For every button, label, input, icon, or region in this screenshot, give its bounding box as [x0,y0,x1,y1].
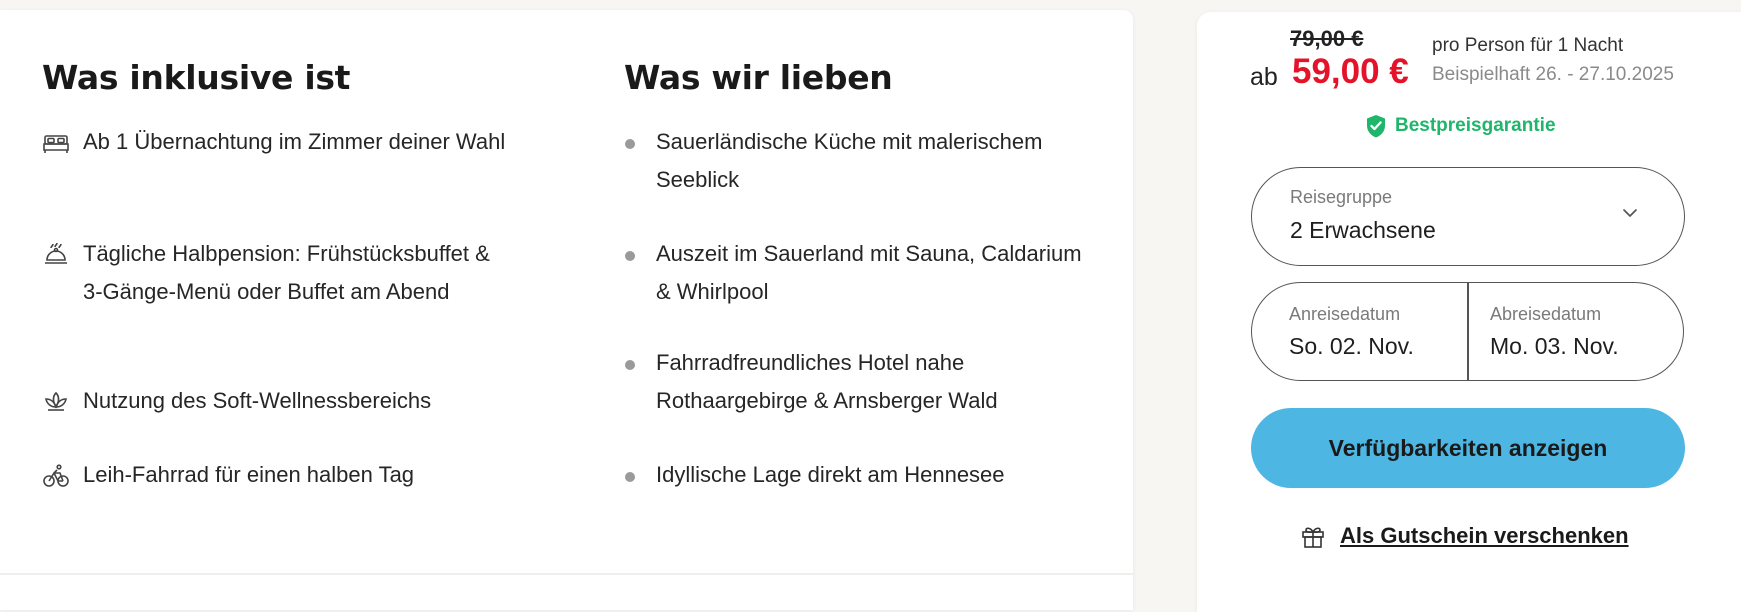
arrival-date-field[interactable]: Anreisedatum So. 02. Nov. [1252,283,1467,380]
loved-item-text: Idyllische Lage direkt am Hennesee [656,462,1005,487]
chevron-down-icon [1623,209,1637,217]
loved-item: Fahrradfreundliches Hotel nahe Rothaarge… [625,344,1095,420]
loved-item: Sauerländische Küche mit malerischem See… [625,123,1095,199]
included-item: Leih-Fahrrad für einen halben Tag [42,456,512,494]
price-prefix: ab [1250,63,1278,91]
price-note: pro Person für 1 Nacht [1432,35,1624,56]
travel-group-value: 2 Erwachsene [1290,217,1436,243]
included-item-text: Ab 1 Übernachtung im Zimmer deiner Wahl [83,129,506,154]
departure-date-label: Abreisedatum [1490,304,1602,324]
included-item-text: Nutzung des Soft-Wellnessbereichs [83,388,432,413]
guarantee-label: Bestpreisgarantie [1395,115,1556,136]
included-item-text: Leih-Fahrrad für einen halben Tag [83,462,415,487]
date-range-picker: Anreisedatum So. 02. Nov. Abreisedatum M… [1251,282,1684,381]
bed-icon [43,135,69,153]
bullet [625,360,635,370]
loved-item: Auszeit im Sauerland mit Sauna, Caldariu… [625,235,1095,311]
gift-voucher-label: Als Gutschein verschenken [1340,523,1629,548]
travel-group-select[interactable]: Reisegruppe 2 Erwachsene [1251,167,1685,266]
loved-heading: Was wir lieben [624,58,893,97]
departure-date-field[interactable]: Abreisedatum Mo. 03. Nov. [1468,283,1683,380]
included-item: Tägliche Halbpension: Frühstücksbuffet &… [42,235,512,311]
current-price: 59,00 € [1292,52,1409,91]
included-item: Ab 1 Übernachtung im Zimmer deiner Wahl [42,123,512,161]
arrival-date-value: So. 02. Nov. [1289,333,1414,359]
old-price: 79,00 € [1290,26,1364,51]
arrival-date-label: Anreisedatum [1289,304,1401,324]
loved-item-text: Sauerländische Küche mit malerischem See… [656,129,1043,192]
card-divider [0,573,1133,575]
travel-group-label: Reisegruppe [1290,187,1393,207]
gift-voucher-link[interactable]: Als Gutschein verschenken [1300,523,1629,549]
loved-item-text: Auszeit im Sauerland mit Sauna, Caldariu… [656,241,1082,304]
bullet [625,139,635,149]
best-price-guarantee: Bestpreisgarantie [1365,112,1556,140]
shield-check-icon [1367,115,1385,138]
included-item: Nutzung des Soft-Wellnessbereichs [42,382,512,420]
price-example-dates: Beispielhaft 26. - 27.10.2025 [1432,64,1674,85]
bullet [625,472,635,482]
included-item-text: Tägliche Halbpension: Frühstücksbuffet &… [83,241,490,304]
loved-item: Idyllische Lage direkt am Hennesee [625,456,1095,494]
departure-date-value: Mo. 03. Nov. [1490,333,1619,359]
included-heading: Was inklusive ist [42,58,351,97]
show-availability-button[interactable]: Verfügbarkeiten anzeigen [1251,408,1685,488]
dining-icon [45,242,67,264]
bullet [625,251,635,261]
bicycle-icon [43,464,69,487]
gift-icon [1302,527,1324,548]
lotus-icon [45,391,67,411]
loved-item-text: Fahrradfreundliches Hotel nahe Rothaarge… [656,350,998,413]
